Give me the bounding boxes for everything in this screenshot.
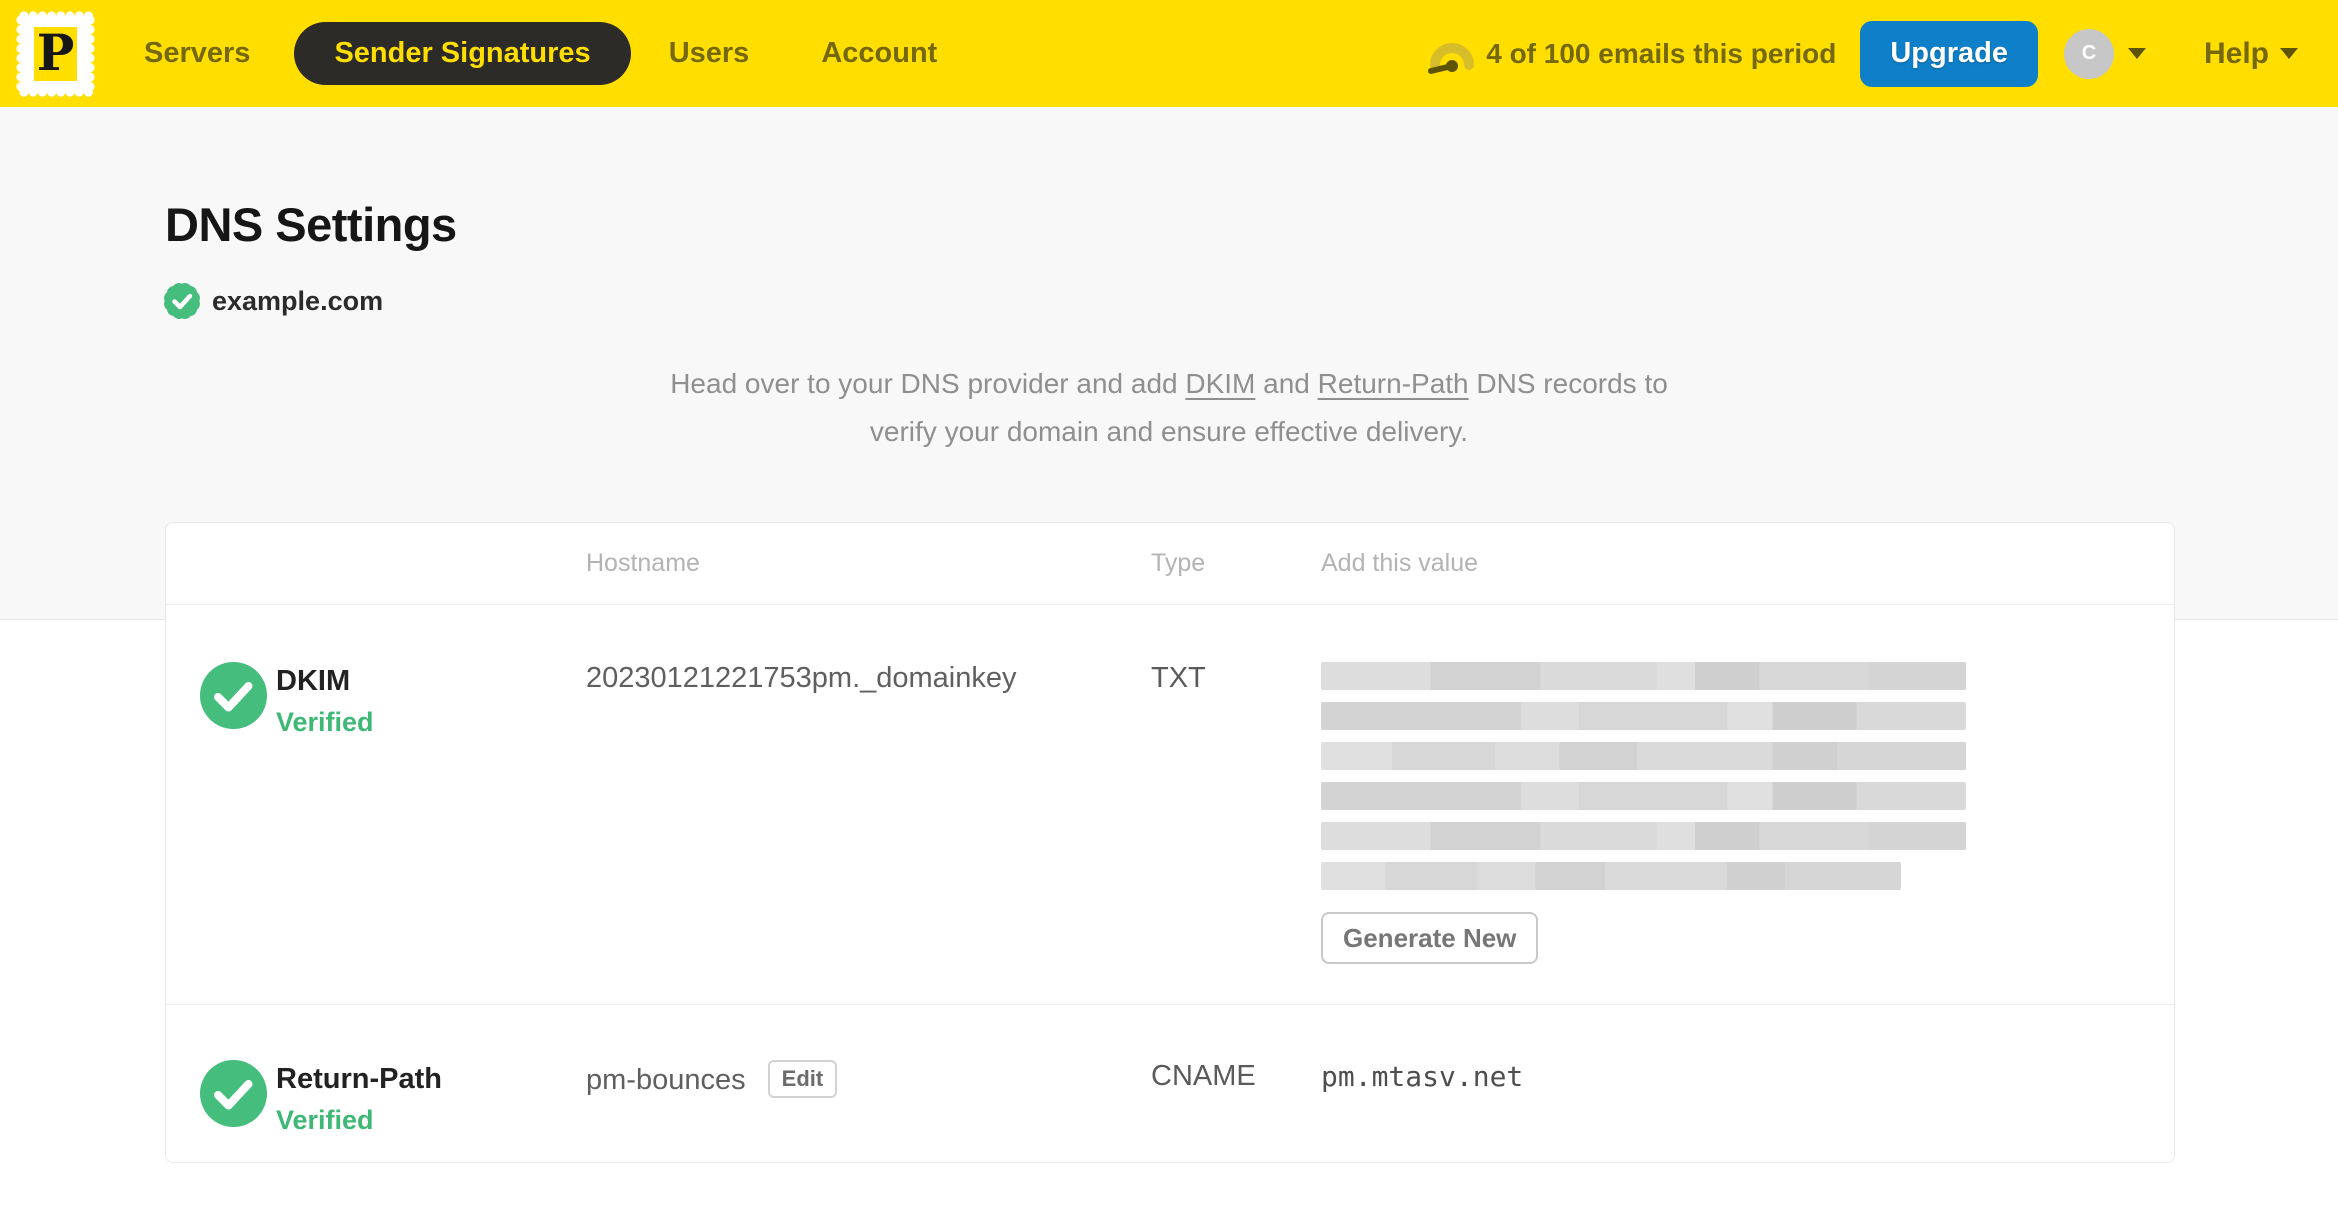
navbar-right: 4 of 100 emails this period Upgrade C He… xyxy=(1428,20,2298,87)
intro-part-3: DNS records to xyxy=(1468,368,1668,399)
return-path-status-cell: Return-Path Verified xyxy=(166,1005,586,1162)
domain-row: example.com xyxy=(161,280,2338,322)
record-name: Return-Path xyxy=(276,1063,442,1095)
redacted-value-bar xyxy=(1321,862,1901,890)
return-path-record-type: CNAME xyxy=(1151,1060,1256,1092)
intro-part-1: Head over to your DNS provider and add xyxy=(670,368,1186,399)
header-hostname: Hostname xyxy=(586,549,700,577)
record-status-badge: Verified xyxy=(276,1105,374,1135)
redacted-dkim-value xyxy=(1321,662,1966,890)
domain-name: example.com xyxy=(212,285,384,316)
dns-records-table: Hostname Type Add this value DKIM Verifi… xyxy=(165,522,2175,1163)
redacted-value-bar xyxy=(1321,742,1966,770)
dkim-record-type: TXT xyxy=(1151,662,1206,694)
check-circle-icon xyxy=(200,1060,267,1127)
account-menu-caret-icon[interactable] xyxy=(2127,48,2146,59)
dkim-hostname: 20230121221753pm._domainkey xyxy=(586,662,1017,694)
dkim-status-cell: DKIM Verified xyxy=(166,605,586,1004)
intro-part-2: and xyxy=(1255,368,1318,399)
check-circle-icon xyxy=(200,662,267,729)
usage-gauge-icon xyxy=(1428,42,1475,74)
help-label: Help xyxy=(2203,36,2269,70)
postmark-logo[interactable]: P xyxy=(15,10,96,98)
redacted-value-bar xyxy=(1321,822,1966,850)
logo-letter: P xyxy=(37,23,75,82)
nav-item-users[interactable]: Users xyxy=(669,37,750,70)
return-path-link[interactable]: Return-Path xyxy=(1318,368,1469,399)
return-path-hostname: pm-bounces xyxy=(586,1064,746,1096)
nav-item-servers[interactable]: Servers xyxy=(144,37,250,70)
header-add-this-value: Add this value xyxy=(1321,549,1479,577)
upgrade-button[interactable]: Upgrade xyxy=(1860,20,2038,87)
table-row-return-path: Return-Path Verified pm-bounces Edit CNA… xyxy=(166,1005,2174,1162)
dkim-link[interactable]: DKIM xyxy=(1185,368,1255,399)
nav-item-account[interactable]: Account xyxy=(821,37,937,70)
user-avatar[interactable]: C xyxy=(2063,28,2114,79)
edit-button[interactable]: Edit xyxy=(767,1060,838,1098)
dkim-value-cell: Generate New xyxy=(1321,605,2174,1004)
intro-text: Head over to your DNS provider and add D… xyxy=(369,360,1969,456)
return-path-hostname-cell: pm-bounces Edit xyxy=(586,1005,1151,1162)
usage-counter: 4 of 100 emails this period xyxy=(1486,37,1837,69)
help-menu[interactable]: Help xyxy=(2204,37,2298,71)
help-caret-icon xyxy=(2280,48,2298,59)
record-status-badge: Verified xyxy=(276,707,374,737)
table-header-row: Hostname Type Add this value xyxy=(166,523,2174,605)
page-title: DNS Settings xyxy=(165,198,457,251)
record-name: DKIM xyxy=(276,665,351,697)
verified-seal-icon xyxy=(161,280,203,322)
header-type: Type xyxy=(1151,549,1206,577)
return-path-value: pm.mtasv.net xyxy=(1321,1060,1524,1093)
table-row-dkim: DKIM Verified 20230121221753pm._domainke… xyxy=(166,605,2174,1005)
main-content: DNS Settings example.com Head over to yo… xyxy=(0,197,2338,1163)
redacted-value-bar xyxy=(1321,702,1966,730)
nav-item-sender-signatures[interactable]: Sender Signatures xyxy=(294,22,631,85)
top-navbar: P Servers Sender Signatures Users Accoun… xyxy=(0,0,2338,107)
intro-part-4: verify your domain and ensure effective … xyxy=(869,416,1469,447)
generate-new-button[interactable]: Generate New xyxy=(1321,912,1539,964)
primary-nav: Servers Sender Signatures Users Account xyxy=(144,22,937,85)
redacted-value-bar xyxy=(1321,662,1966,690)
redacted-value-bar xyxy=(1321,782,1966,810)
